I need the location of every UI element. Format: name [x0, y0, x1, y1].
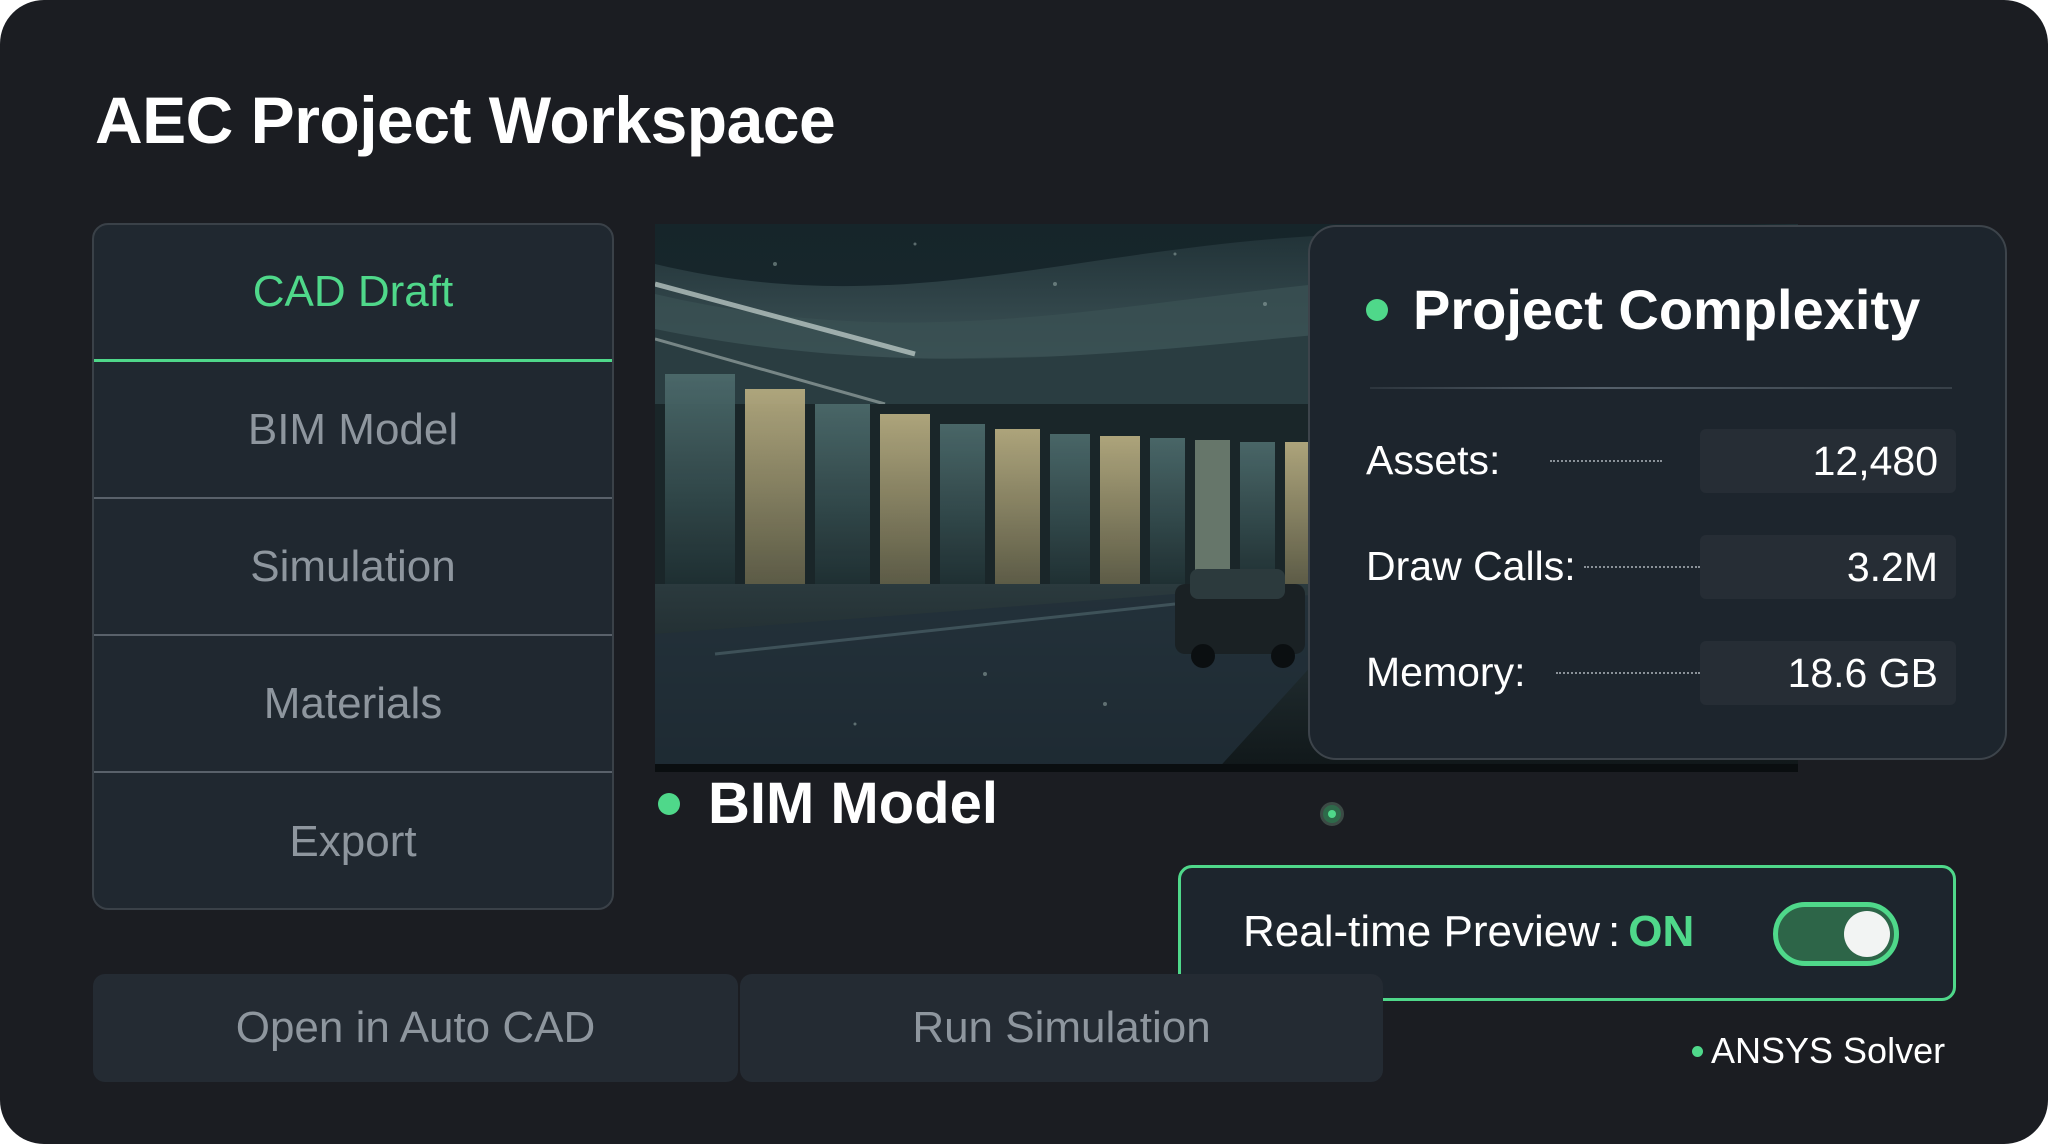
metric-label: Memory: — [1366, 649, 1526, 695]
tab-simulation[interactable]: Simulation — [94, 499, 612, 636]
toggle-knob — [1844, 911, 1890, 957]
dotted-leader — [1550, 460, 1662, 462]
tab-materials[interactable]: Materials — [94, 636, 612, 773]
status-dot-icon — [1366, 298, 1388, 321]
tab-cad-draft[interactable]: CAD Draft — [94, 225, 612, 362]
metric-row-memory: Memory: 18.6 GB — [1366, 641, 1956, 705]
metric-row-assets: Assets: 12,480 — [1366, 429, 1956, 493]
metric-row-draw-calls: Draw Calls: 3.2M — [1366, 535, 1956, 599]
open-in-autocad-button[interactable]: Open in Auto CAD — [93, 974, 738, 1082]
divider — [1370, 387, 1952, 389]
separator: : — [1607, 907, 1621, 956]
realtime-preview-state: ON — [1628, 907, 1695, 956]
realtime-preview-text: Real-time Preview — [1243, 907, 1600, 956]
complexity-header: Project Complexity — [1366, 277, 1920, 342]
solver-label: ANSYS Solver — [1711, 1030, 1946, 1071]
workspace-tab-menu: CAD Draft BIM Model Simulation Materials… — [92, 223, 614, 910]
dotted-leader — [1556, 672, 1700, 674]
run-simulation-button[interactable]: Run Simulation — [740, 974, 1383, 1082]
metric-value: 3.2M — [1700, 535, 1956, 599]
metric-label: Draw Calls: — [1366, 543, 1576, 589]
project-complexity-card: Project Complexity Assets: 12,480 Draw C… — [1308, 225, 2007, 760]
page-title: AEC Project Workspace — [95, 83, 836, 157]
preview-caption: BIM Model — [655, 770, 998, 837]
status-dot-icon — [1692, 1045, 1703, 1057]
tab-export[interactable]: Export — [94, 773, 612, 908]
tab-bim-model[interactable]: BIM Model — [94, 362, 612, 499]
metric-value: 18.6 GB — [1700, 641, 1956, 705]
metric-value: 12,480 — [1700, 429, 1956, 493]
dotted-leader — [1584, 566, 1700, 568]
complexity-title: Project Complexity — [1413, 278, 1921, 341]
solver-status: ANSYS Solver — [1692, 1030, 1945, 1072]
realtime-preview-toggle[interactable] — [1773, 902, 1899, 966]
workspace-window: AEC Project Workspace CAD Draft BIM Mode… — [0, 0, 2048, 1144]
status-dot-icon — [658, 792, 680, 815]
preview-caption-label: BIM Model — [708, 771, 998, 836]
metric-label: Assets: — [1366, 437, 1501, 483]
realtime-preview-label: Real-time Preview: ON — [1243, 907, 1694, 957]
carousel-indicator-dot[interactable] — [1320, 802, 1344, 826]
